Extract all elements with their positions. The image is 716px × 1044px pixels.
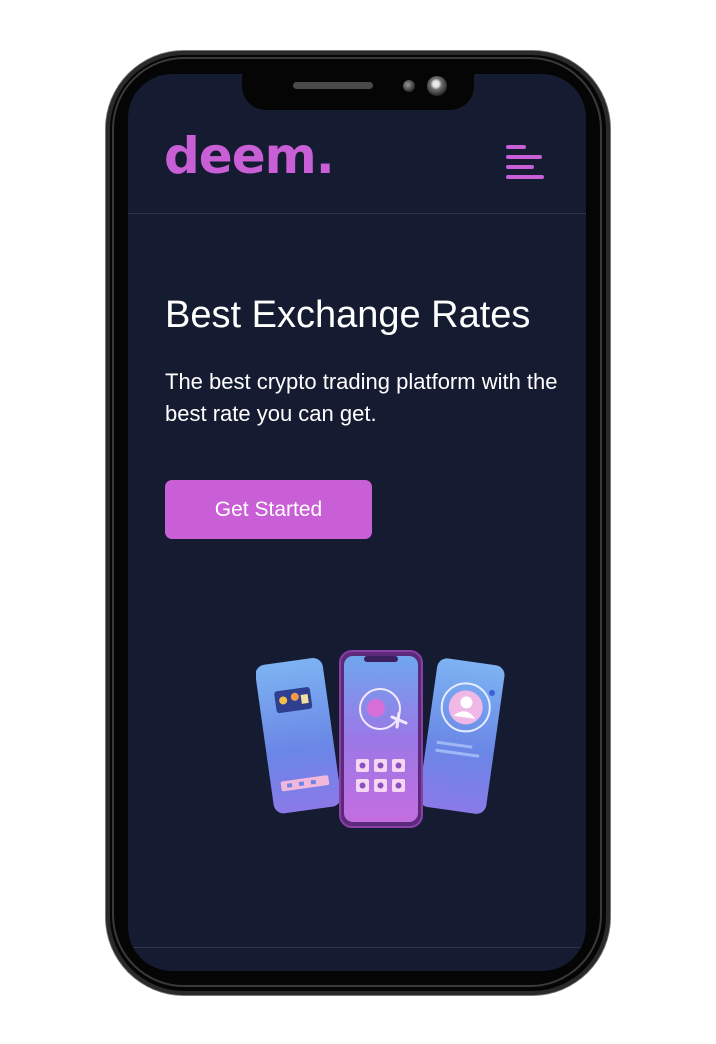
menu-icon-bar	[506, 155, 542, 159]
brand-logo[interactable]: deem.	[164, 128, 335, 184]
hero-description: The best crypto trading platform with th…	[165, 369, 558, 426]
left-phone-mock	[256, 657, 342, 814]
get-started-button[interactable]: Get Started	[165, 480, 372, 539]
menu-icon-bar	[506, 145, 526, 149]
right-phone-mock	[418, 658, 505, 814]
footer-divider	[128, 947, 586, 948]
phones-illustration	[256, 650, 505, 828]
sensor-icon	[403, 80, 415, 92]
menu-icon-bar	[506, 165, 534, 169]
hero-title: Best Exchange Rates	[165, 294, 531, 336]
speaker-grille	[293, 82, 373, 89]
camera-icon	[427, 76, 447, 96]
menu-icon[interactable]	[504, 143, 548, 185]
mockup-stage: deem. Best Exchange Rates The best crypt…	[0, 0, 716, 1044]
phone-screen: deem. Best Exchange Rates The best crypt…	[128, 74, 586, 971]
menu-icon-bar	[506, 175, 544, 179]
middle-phone-mock	[339, 650, 423, 828]
